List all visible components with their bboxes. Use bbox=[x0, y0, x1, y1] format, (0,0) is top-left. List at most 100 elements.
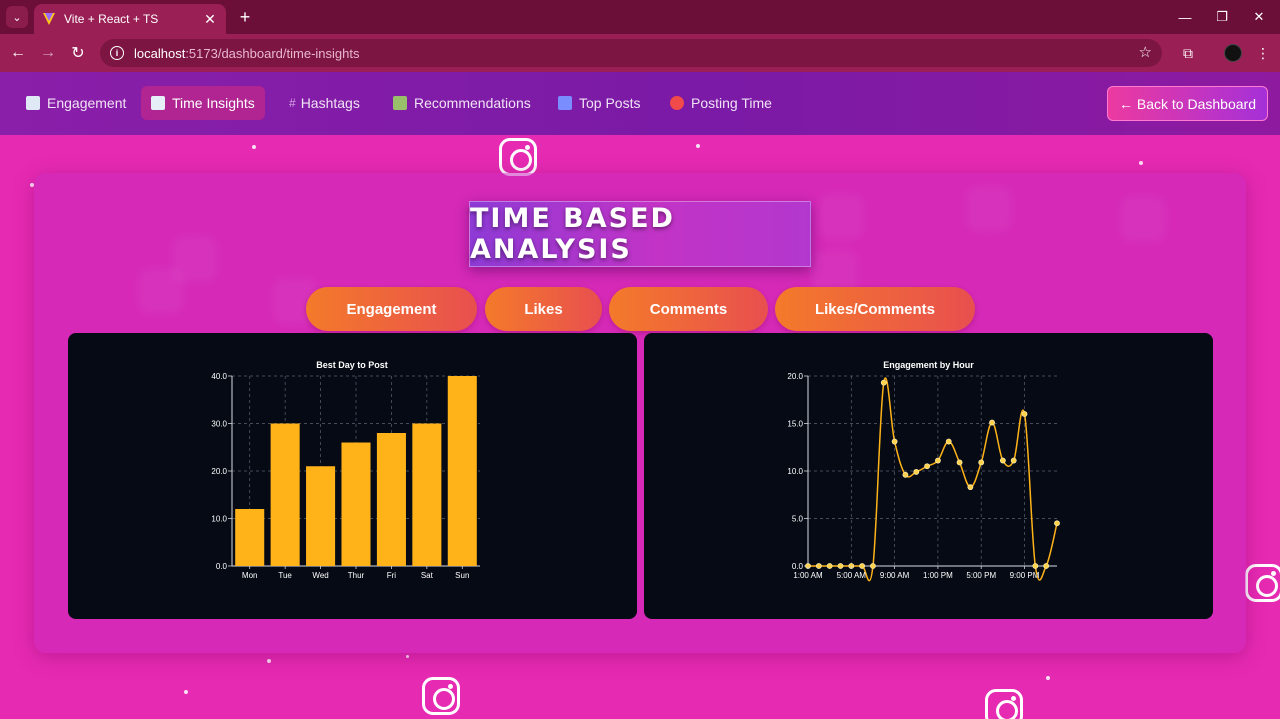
y-tick-label: 40.0 bbox=[211, 372, 227, 381]
data-point bbox=[924, 463, 930, 470]
data-point bbox=[1043, 563, 1050, 569]
reload-icon[interactable]: ↻ bbox=[67, 42, 89, 64]
background-dot bbox=[184, 690, 188, 694]
data-point bbox=[870, 563, 876, 569]
data-point bbox=[880, 379, 887, 386]
nav-item-top-posts[interactable]: Top Posts bbox=[548, 86, 650, 120]
engagement-series-line bbox=[808, 377, 1058, 582]
y-tick-label: 10.0 bbox=[211, 515, 227, 524]
nav-item-label: Time Insights bbox=[172, 95, 255, 111]
background-dot bbox=[406, 655, 409, 658]
x-tick-label: Tue bbox=[278, 571, 292, 580]
background-dot bbox=[696, 144, 700, 148]
best-day-bar-chart: Best Day to Post 0.0 10.0 20.0 30.0 40.0 Mon Tu… bbox=[211, 360, 480, 580]
x-tick-label: 9:00 PM bbox=[1010, 571, 1040, 580]
y-tick-label: 0.0 bbox=[792, 562, 804, 571]
x-tick-label: 1:00 PM bbox=[923, 571, 953, 580]
bar-tue bbox=[270, 423, 300, 566]
bar-sat bbox=[412, 423, 442, 566]
menu-kebab-icon[interactable]: ⋮ bbox=[1252, 42, 1274, 64]
bar-chart-icon bbox=[151, 96, 165, 110]
browser-tab[interactable]: Vite + React + TS ✕ bbox=[34, 4, 226, 34]
y-tick-label: 30.0 bbox=[211, 420, 227, 429]
tab-search-button[interactable]: ⌄ bbox=[6, 6, 28, 28]
engagement-by-hour-line-chart: Engagement by Hour 0.0 5.0 10.0 15.0 20.0 1:00… bbox=[787, 360, 1060, 582]
back-to-dashboard-button[interactable]: ← Back to Dashboard bbox=[1107, 86, 1268, 121]
vite-favicon-icon bbox=[43, 13, 55, 25]
bar-mon bbox=[235, 509, 265, 566]
app-navbar: Engagement Time Insights # Hashtags Reco… bbox=[0, 72, 1280, 135]
address-bar[interactable]: i localhost:5173/dashboard/time-insights… bbox=[100, 39, 1162, 67]
best-day-chart-card: Best Day to Post 0.0 10.0 20.0 30.0 40.0 Mon Tu… bbox=[68, 333, 637, 619]
minimize-button[interactable]: — bbox=[1174, 6, 1196, 28]
x-tick-label: 5:00 PM bbox=[966, 571, 996, 580]
data-point bbox=[978, 459, 985, 466]
page-title: TIME BASED ANALYSIS bbox=[470, 203, 675, 265]
data-point bbox=[999, 457, 1006, 464]
section-heading: TIME BASED ANALYSIS bbox=[469, 201, 811, 267]
nav-item-recommendations[interactable]: Recommendations bbox=[383, 86, 541, 120]
metric-pill-likes-comments[interactable]: Likes/Comments bbox=[775, 287, 975, 331]
nav-item-hashtags[interactable]: # Hashtags bbox=[279, 86, 370, 120]
y-tick-label: 15.0 bbox=[787, 420, 803, 429]
metric-pill-engagement[interactable]: Engagement bbox=[306, 287, 477, 331]
url-host: localhost bbox=[134, 45, 186, 61]
x-tick-label: Sat bbox=[421, 571, 434, 580]
background-dot bbox=[252, 145, 256, 149]
x-tick-label: Mon bbox=[242, 571, 258, 580]
close-window-button[interactable]: ✕ bbox=[1248, 6, 1270, 28]
y-tick-label: 0.0 bbox=[216, 562, 228, 571]
bar-wed bbox=[306, 466, 336, 566]
restore-button[interactable]: ❐ bbox=[1211, 6, 1233, 28]
tab-close-icon[interactable]: ✕ bbox=[202, 11, 218, 28]
x-tick-label: Fri bbox=[387, 571, 397, 580]
instagram-icon bbox=[422, 677, 460, 715]
back-arrow-icon[interactable]: ← bbox=[7, 42, 29, 64]
x-tick-label: Wed bbox=[312, 571, 328, 580]
background-dot bbox=[1139, 161, 1143, 165]
y-tick-label: 10.0 bbox=[787, 467, 803, 476]
nav-item-label: Hashtags bbox=[300, 95, 360, 111]
data-point bbox=[935, 457, 941, 464]
top-arrow-icon bbox=[558, 96, 572, 110]
data-point bbox=[826, 563, 833, 569]
bookmark-star-icon[interactable]: ☆ bbox=[1139, 43, 1152, 61]
data-point bbox=[891, 438, 898, 445]
nav-item-label: Engagement bbox=[47, 95, 127, 111]
extensions-icon[interactable]: ⧉ bbox=[1177, 42, 1199, 64]
data-point bbox=[815, 563, 822, 569]
nav-item-engagement[interactable]: Engagement bbox=[16, 86, 136, 120]
metric-pill-comments[interactable]: Comments bbox=[609, 287, 768, 331]
hash-icon: # bbox=[289, 96, 296, 110]
x-tick-label: Sun bbox=[455, 571, 469, 580]
bar-fri bbox=[376, 433, 406, 566]
data-point bbox=[989, 419, 995, 426]
chart-title: Engagement by Hour bbox=[883, 360, 974, 370]
profile-avatar[interactable] bbox=[1224, 44, 1242, 62]
site-info-icon[interactable]: i bbox=[110, 46, 124, 60]
chart-title: Best Day to Post bbox=[316, 360, 388, 370]
new-tab-button[interactable]: + bbox=[234, 6, 256, 28]
data-point bbox=[837, 563, 844, 569]
nav-item-time-insights[interactable]: Time Insights bbox=[141, 86, 265, 120]
nav-item-posting-time[interactable]: Posting Time bbox=[660, 86, 782, 120]
x-tick-label: 5:00 AM bbox=[837, 571, 867, 580]
data-point bbox=[859, 563, 866, 569]
y-tick-label: 20.0 bbox=[787, 372, 803, 381]
data-point bbox=[1032, 563, 1039, 569]
instagram-icon bbox=[985, 689, 1023, 719]
notepad-icon bbox=[393, 96, 407, 110]
nav-item-label: Recommendations bbox=[414, 95, 531, 111]
data-point bbox=[967, 484, 974, 491]
instagram-icon bbox=[1245, 564, 1280, 602]
background-dot bbox=[267, 659, 271, 663]
nav-item-label: Top Posts bbox=[579, 95, 641, 111]
alarm-clock-icon bbox=[670, 96, 684, 110]
metric-pill-likes[interactable]: Likes bbox=[485, 287, 602, 331]
data-point bbox=[945, 438, 952, 445]
engagement-by-hour-chart-card: Engagement by Hour 0.0 5.0 10.0 15.0 20.0 1:00… bbox=[644, 333, 1213, 619]
chart-line-icon bbox=[26, 96, 40, 110]
data-point bbox=[1010, 457, 1017, 464]
background-dot bbox=[1046, 676, 1050, 680]
forward-arrow-icon[interactable]: → bbox=[37, 42, 59, 64]
